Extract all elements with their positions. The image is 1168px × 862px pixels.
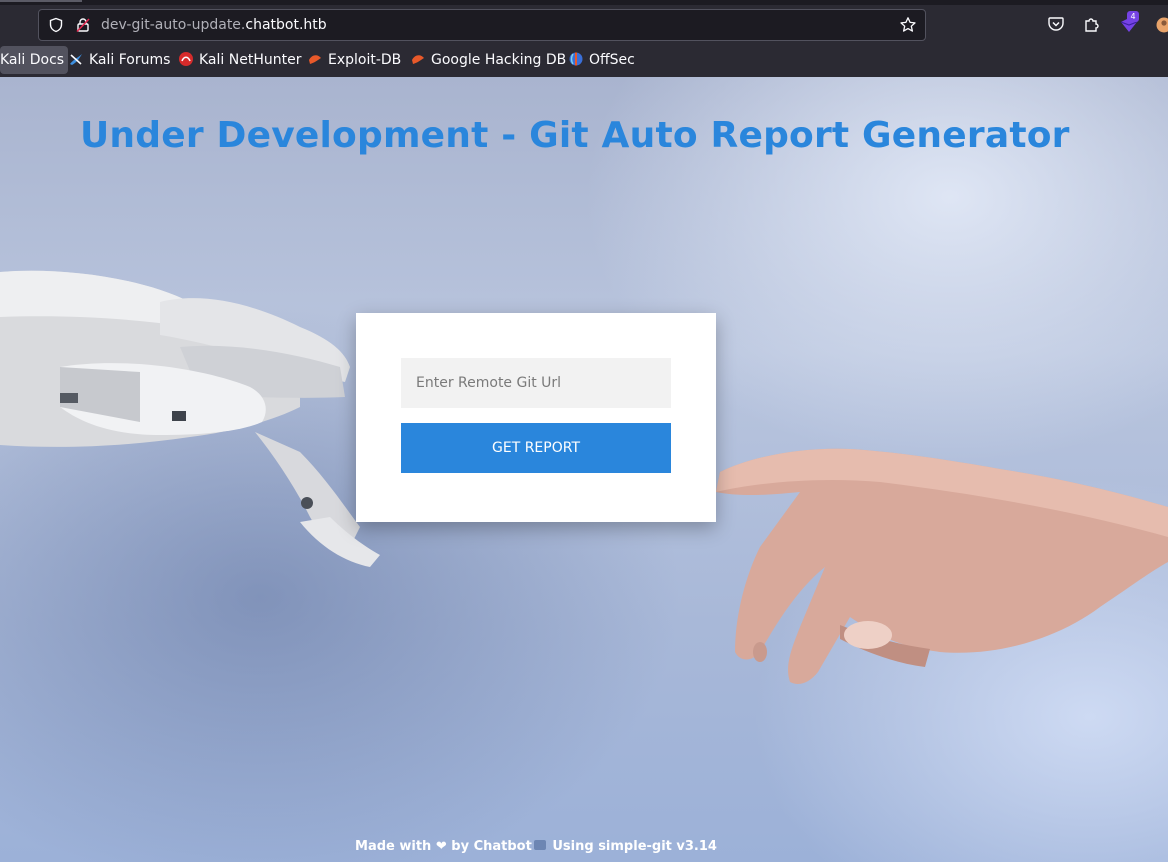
report-form-card: GET REPORT xyxy=(356,313,716,522)
bookmark-label: Kali NetHunter xyxy=(199,52,302,68)
url-path: dev-git-auto-update. xyxy=(101,17,246,33)
address-bar[interactable]: dev-git-auto-update.chatbot.htb xyxy=(38,9,926,41)
insecure-lock-icon[interactable] xyxy=(75,17,91,37)
robot-emoji-icon xyxy=(533,840,546,850)
footer-made-with: Made with xyxy=(355,839,432,854)
tracking-protection-shield-icon[interactable] xyxy=(48,17,64,37)
heart-icon: ❤ xyxy=(435,839,447,854)
robot-hand-illustration xyxy=(0,270,380,567)
bookmark-label: OffSec xyxy=(589,52,635,68)
bookmark-label: Google Hacking DB xyxy=(431,52,567,68)
nethunter-icon xyxy=(178,49,194,66)
bookmarks-toolbar: Kali Docs Kali Forums Kali NetHunter Exp… xyxy=(0,46,1168,74)
footer-by-chatbot: by Chatbot xyxy=(451,839,532,854)
offsec-icon xyxy=(568,49,584,66)
bookmark-offsec[interactable]: OffSec xyxy=(568,46,635,74)
get-report-button[interactable]: GET REPORT xyxy=(401,423,671,473)
account-avatar-icon[interactable] xyxy=(1156,17,1168,37)
human-hand-illustration xyxy=(716,448,1168,684)
bookmark-label: Exploit-DB xyxy=(328,52,402,68)
bookmark-kali-nethunter[interactable]: Kali NetHunter xyxy=(178,46,301,74)
exploit-db-icon xyxy=(307,49,323,65)
bookmark-label: Kali Docs xyxy=(0,52,65,68)
remote-git-url-input[interactable] xyxy=(401,358,671,408)
bookmark-star-icon[interactable] xyxy=(899,16,917,38)
url-host: chatbot.htb xyxy=(245,17,327,33)
bookmark-kali-docs[interactable]: Kali Docs xyxy=(0,46,69,74)
bookmark-kali-forums[interactable]: Kali Forums xyxy=(68,46,170,74)
bookmark-google-hacking-db[interactable]: Google Hacking DB xyxy=(410,46,566,74)
kali-dragon-icon xyxy=(68,49,84,65)
pocket-icon[interactable] xyxy=(1047,15,1065,37)
bookmark-label: Kali Forums xyxy=(89,52,171,68)
page-title: Under Development - Git Auto Report Gene… xyxy=(80,115,1070,156)
footer-using: Using simple-git v3.14 xyxy=(552,839,717,854)
extension-badge-count: 4 xyxy=(1127,11,1139,22)
extensions-puzzle-icon[interactable] xyxy=(1083,15,1101,37)
tab-strip xyxy=(0,0,1168,5)
url-text[interactable]: dev-git-auto-update.chatbot.htb xyxy=(101,17,327,33)
browser-chrome: dev-git-auto-update.chatbot.htb 4 Kali D… xyxy=(0,0,1168,77)
active-tab-indicator xyxy=(0,0,82,2)
bookmark-exploit-db[interactable]: Exploit-DB xyxy=(307,46,401,74)
page-content: Under Development - Git Auto Report Gene… xyxy=(0,77,1168,862)
ghdb-icon xyxy=(410,49,426,65)
page-footer: Made with ❤ by Chatbot Using simple-git … xyxy=(0,839,1072,854)
